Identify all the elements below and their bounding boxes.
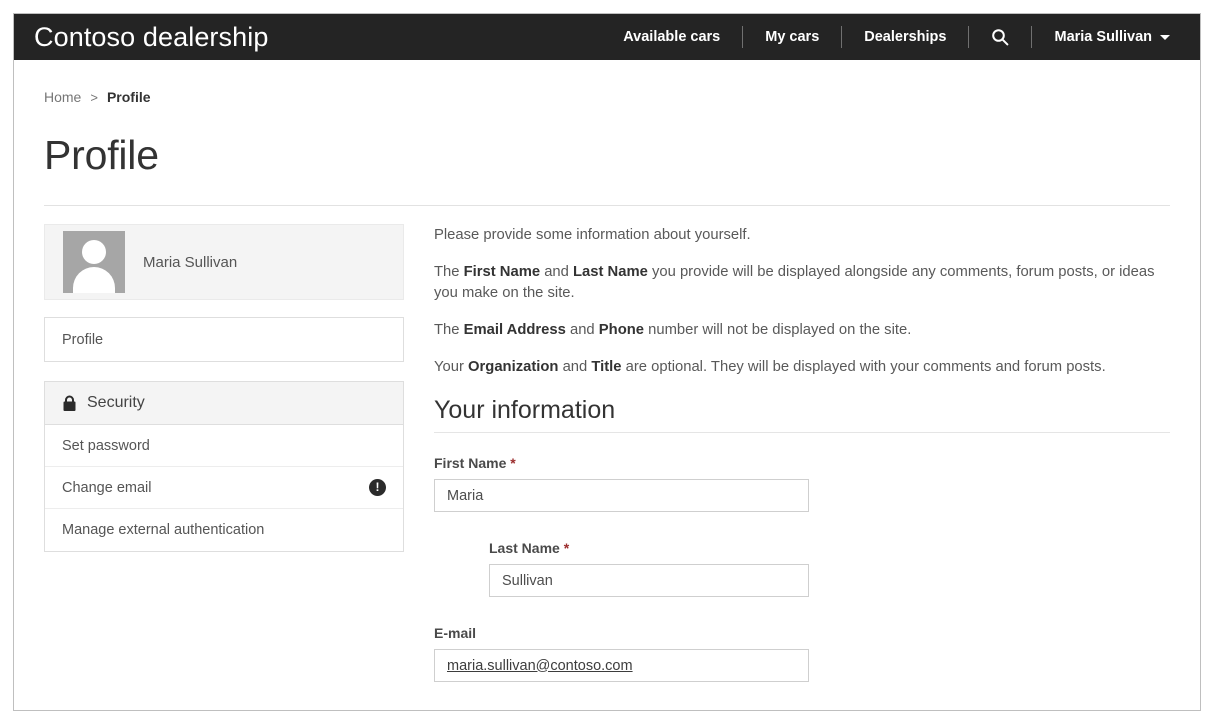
sidebar-item-profile[interactable]: Profile <box>45 318 403 361</box>
top-navigation-bar: Contoso dealership Available cars My car… <box>14 14 1200 60</box>
field-label-text: E-mail <box>434 625 477 641</box>
field-last-name: Last Name * Sullivan <box>434 540 809 597</box>
nav-item-dealerships[interactable]: Dealerships <box>842 14 968 60</box>
field-first-name: First Name * Maria <box>434 455 809 512</box>
field-label: Business Phone <box>489 710 809 711</box>
avatar-body-shape <box>73 267 115 293</box>
sidebar-item-set-password[interactable]: Set password <box>45 425 403 467</box>
nav-item-available-cars[interactable]: Available cars <box>601 14 742 60</box>
body-text: are optional. They will be displayed wit… <box>621 359 1106 375</box>
last-name-input[interactable]: Sullivan <box>489 564 809 597</box>
page-content: Home > Profile Profile Maria Sullivan Pr… <box>14 60 1200 711</box>
user-menu-label: Maria Sullivan <box>1054 29 1152 45</box>
sidebar-item-label: Manage external authentication <box>62 522 265 538</box>
body-text: Please provide some information about yo… <box>434 227 751 243</box>
security-panel-header: Security <box>45 382 403 425</box>
emphasis-text: Email Address <box>463 322 566 338</box>
profile-nav-box: Profile <box>44 317 404 362</box>
avatar-placeholder-icon <box>63 231 125 293</box>
body-text: Your <box>434 359 469 375</box>
nav-item-my-cars[interactable]: My cars <box>743 14 841 60</box>
nav-links-group: Available cars My cars Dealerships Maria… <box>601 14 1200 60</box>
security-panel: Security Set password Change email ! Man… <box>44 381 404 552</box>
body-text: and <box>540 264 574 280</box>
body-text: The <box>434 322 464 338</box>
field-label: First Name * <box>434 455 809 471</box>
field-label-text: Last Name <box>489 540 560 556</box>
intro-paragraph: Your Organization and Title are optional… <box>434 357 1170 378</box>
sidebar: Maria Sullivan Profile Security Set pass… <box>44 224 404 710</box>
emphasis-text: Title <box>591 359 622 375</box>
sidebar-item-label: Profile <box>62 331 104 348</box>
sidebar-item-label: Change email <box>62 479 152 496</box>
breadcrumb-separator: > <box>90 89 98 105</box>
required-asterisk: * <box>559 540 570 556</box>
intro-paragraph: The Email Address and Phone number will … <box>434 320 1170 341</box>
first-name-input[interactable]: Maria <box>434 479 809 512</box>
avatar-head-shape <box>82 240 106 264</box>
body-columns: Maria Sullivan Profile Security Set pass… <box>44 206 1170 711</box>
lock-icon <box>63 395 76 411</box>
page-title: Profile <box>44 132 159 178</box>
search-button[interactable] <box>969 28 1031 46</box>
emphasis-text: Organization <box>468 359 559 375</box>
main-content: Please provide some information about yo… <box>404 224 1170 711</box>
body-text: and <box>565 322 599 338</box>
required-asterisk: * <box>506 455 516 471</box>
chevron-down-icon <box>1160 34 1170 40</box>
intro-text-block: Please provide some information about yo… <box>434 225 1170 378</box>
search-icon <box>992 29 1009 46</box>
body-text: The <box>434 264 464 280</box>
breadcrumb-item-home[interactable]: Home <box>44 89 81 105</box>
section-title-your-information: Your information <box>434 396 1170 433</box>
profile-card-name: Maria Sullivan <box>143 253 238 271</box>
alert-exclamation-icon: ! <box>369 479 386 496</box>
sidebar-item-label: Set password <box>62 437 150 454</box>
field-email: E-mail maria.sullivan@contoso.com <box>434 625 809 682</box>
field-label-text: First Name <box>434 455 507 471</box>
field-label: Last Name * <box>489 540 809 556</box>
breadcrumb: Home > Profile <box>44 60 1170 105</box>
profile-card: Maria Sullivan <box>44 224 404 300</box>
field-label: E-mail <box>434 625 809 641</box>
emphasis-text: First Name <box>463 264 541 280</box>
intro-paragraph: The First Name and Last Name you provide… <box>434 262 1170 304</box>
breadcrumb-item-profile: Profile <box>106 89 151 105</box>
site-brand[interactable]: Contoso dealership <box>34 22 268 53</box>
profile-form: First Name * Maria Last Name * Sullivan … <box>434 433 1170 711</box>
emphasis-text: Phone <box>598 322 644 338</box>
intro-paragraph: Please provide some information about yo… <box>434 225 1170 246</box>
page-frame: Contoso dealership Available cars My car… <box>13 13 1201 711</box>
body-text: and <box>558 359 592 375</box>
security-panel-title: Security <box>87 394 145 411</box>
email-input[interactable]: maria.sullivan@contoso.com <box>434 649 809 682</box>
sidebar-item-manage-external-authentication[interactable]: Manage external authentication <box>45 509 403 551</box>
field-label-text: Business Phone <box>489 710 598 711</box>
sidebar-item-change-email[interactable]: Change email ! <box>45 467 403 509</box>
body-text: number will not be displayed on the site… <box>644 322 912 338</box>
emphasis-text: Last Name <box>573 264 648 280</box>
field-business-phone: Business Phone 555-12345 <box>434 710 809 711</box>
user-menu-button[interactable]: Maria Sullivan <box>1032 29 1184 45</box>
